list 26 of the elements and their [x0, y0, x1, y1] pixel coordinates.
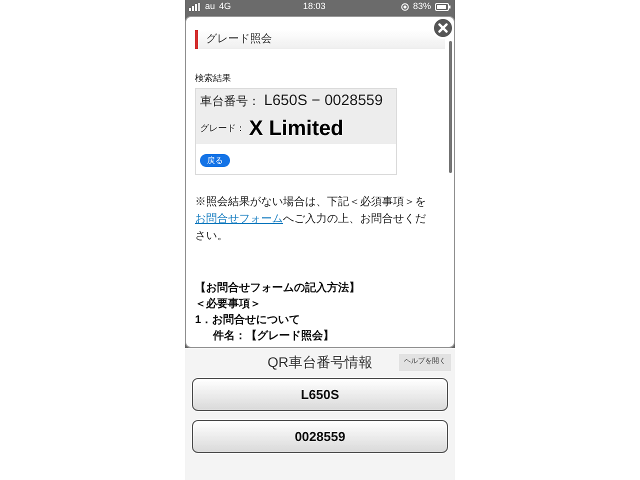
- network-text: 4G: [219, 0, 232, 14]
- close-button[interactable]: [432, 17, 454, 39]
- instruction-line: ＜必要事項＞: [195, 296, 262, 312]
- result-label: 車台番号：: [200, 93, 260, 110]
- instruction-line: 件名：【グレード照会】: [212, 328, 335, 344]
- dialog-title: グレード照会: [206, 32, 272, 48]
- battery-icon: [435, 3, 451, 11]
- section-label: 検索結果: [195, 72, 232, 85]
- instruction-line: 【お問合せフォームの記入方法】: [195, 280, 361, 296]
- lock-rotation-icon: [400, 3, 409, 11]
- chassis-code-button[interactable]: 0028559: [192, 420, 448, 453]
- scrollbar[interactable]: [449, 41, 452, 173]
- battery-percent: 83%: [412, 0, 431, 14]
- result-value: L650S − 0028559: [264, 90, 383, 111]
- result-value: X Limited: [249, 116, 344, 142]
- close-icon: [438, 23, 448, 33]
- notice-paragraph: ※照会結果がない場合は、下記＜必須事項＞を お問合せフォームへご入力の上、お問合せください。: [195, 194, 427, 244]
- back-button[interactable]: 戻る: [200, 154, 230, 166]
- footer-title: QR車台番号情報: [268, 352, 372, 372]
- carrier-text: au: [205, 0, 216, 14]
- contact-form-link[interactable]: お問合せフォーム: [195, 212, 283, 224]
- signal-icon: [189, 3, 201, 11]
- chassis-code-button[interactable]: L650S: [192, 378, 448, 411]
- result-label: グレード：: [200, 122, 245, 135]
- clock-text: 18:03: [303, 0, 326, 14]
- instruction-line: 1．お問合せについて: [195, 312, 302, 328]
